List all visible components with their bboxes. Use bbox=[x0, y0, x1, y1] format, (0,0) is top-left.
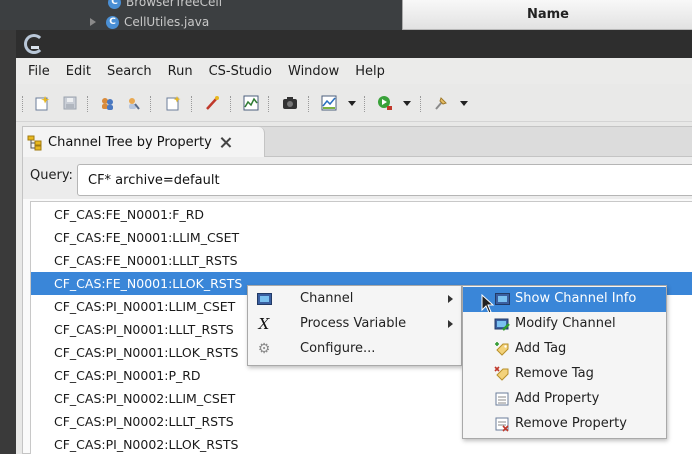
tab-label: Channel Tree by Property bbox=[48, 135, 212, 150]
toolbar-separator bbox=[364, 96, 365, 112]
close-icon[interactable] bbox=[220, 137, 231, 148]
toolbar-separator bbox=[420, 96, 421, 112]
add-property-icon bbox=[494, 391, 510, 407]
remove-property-icon bbox=[494, 416, 510, 432]
new-view-icon[interactable] bbox=[164, 94, 182, 112]
tab-channel-tree-by-property[interactable]: Channel Tree by Property bbox=[23, 127, 265, 158]
toolbar-separator bbox=[191, 96, 192, 112]
gear-icon: ⚙ bbox=[257, 341, 271, 357]
find-icon[interactable] bbox=[124, 94, 142, 112]
view-tab-bar: Channel Tree by Property bbox=[23, 127, 692, 158]
context-menu: Channel X Process Variable ⚙ Configure..… bbox=[247, 285, 462, 366]
menu-item-add-tag[interactable]: Add Tag bbox=[463, 337, 666, 362]
tree-row-label: CF_CAS:PI_N0002:LLOK_RSTS bbox=[54, 437, 239, 452]
expand-triangle-icon bbox=[90, 18, 96, 26]
monitor-icon bbox=[256, 291, 272, 307]
databrowser-dropdown-caret-icon[interactable] bbox=[348, 101, 356, 106]
tree-row-label: CF_CAS:PI_N0001:LLIM_CSET bbox=[54, 299, 236, 314]
menu-window[interactable]: Window bbox=[280, 64, 347, 79]
menu-cs-studio[interactable]: CS-Studio bbox=[201, 64, 280, 79]
camera-icon[interactable] bbox=[281, 94, 299, 112]
java-class-icon: C bbox=[106, 15, 119, 29]
window-titlebar bbox=[16, 30, 692, 58]
cs-studio-logo-icon bbox=[24, 34, 44, 54]
new-wizard-icon[interactable] bbox=[33, 94, 51, 112]
chart-icon[interactable] bbox=[242, 94, 260, 112]
mouse-pointer-icon bbox=[481, 294, 495, 314]
submenu-arrow-icon bbox=[448, 320, 453, 328]
tree-row-label: CF_CAS:FE_N0001:LLOK_RSTS bbox=[54, 276, 243, 291]
remove-tag-icon bbox=[494, 366, 510, 382]
toolbar-separator bbox=[87, 96, 88, 112]
toolbar-separator bbox=[150, 96, 151, 112]
menu-bar: File Edit Search Run CS-Studio Window He… bbox=[16, 58, 692, 84]
tree-row-label: CF_CAS:FE_N0001:LLLT_RSTS bbox=[54, 253, 238, 268]
people-icon[interactable] bbox=[98, 94, 116, 112]
toolbar-separator bbox=[230, 96, 231, 112]
column-header-name: Name bbox=[403, 0, 692, 30]
menu-file[interactable]: File bbox=[20, 64, 58, 79]
tree-row-label: CF_CAS:FE_N0001:LLIM_CSET bbox=[54, 230, 240, 245]
monitor-icon bbox=[494, 291, 510, 307]
x-icon: X bbox=[258, 315, 270, 333]
pin-dropdown-caret-icon[interactable] bbox=[460, 101, 468, 106]
probe-icon[interactable] bbox=[203, 94, 221, 112]
toolbar-separator bbox=[22, 96, 23, 112]
tree-row[interactable]: CF_CAS:FE_N0001:LLIM_CSET bbox=[31, 226, 692, 249]
menu-search[interactable]: Search bbox=[99, 64, 160, 79]
main-toolbar bbox=[16, 84, 692, 122]
tree-row[interactable]: CF_CAS:FE_N0001:F_RD bbox=[31, 203, 692, 226]
tree-row-label: CF_CAS:PI_N0002:LLLT_RSTS bbox=[54, 414, 234, 429]
tree-row-label: CF_CAS:PI_N0001:P_RD bbox=[54, 368, 201, 383]
edit-channel-icon bbox=[494, 316, 510, 332]
menu-item-remove-tag[interactable]: Remove Tag bbox=[463, 362, 666, 387]
run-dropdown-caret-icon[interactable] bbox=[403, 101, 411, 106]
menu-item-add-property[interactable]: Add Property bbox=[463, 387, 666, 412]
menu-help[interactable]: Help bbox=[347, 64, 393, 79]
databrowser-icon[interactable] bbox=[320, 94, 338, 112]
java-class-icon: C bbox=[108, 0, 121, 9]
background-table: Name bbox=[402, 0, 692, 30]
run-icon[interactable] bbox=[376, 94, 394, 112]
tree-row-label: CF_CAS:FE_N0001:F_RD bbox=[54, 207, 205, 222]
tree-row-label: CF_CAS:PI_N0001:LLOK_RSTS bbox=[54, 345, 239, 360]
query-input[interactable] bbox=[77, 164, 692, 196]
menu-item-modify-channel[interactable]: Modify Channel bbox=[463, 312, 666, 337]
query-row: Query: bbox=[23, 157, 692, 199]
tree-row[interactable]: CF_CAS:FE_N0001:LLLT_RSTS bbox=[31, 249, 692, 272]
menu-item-channel[interactable]: Channel bbox=[248, 287, 461, 312]
toolbar-separator bbox=[308, 96, 309, 112]
menu-run[interactable]: Run bbox=[160, 64, 201, 79]
save-icon[interactable] bbox=[61, 94, 79, 112]
channel-tree-icon bbox=[27, 135, 42, 150]
add-tag-icon bbox=[494, 341, 510, 357]
menu-item-configure[interactable]: ⚙ Configure... bbox=[248, 337, 461, 362]
menu-item-process-variable[interactable]: X Process Variable bbox=[248, 312, 461, 337]
pin-icon[interactable] bbox=[432, 94, 450, 112]
background-tree-item: C BrowserTreeCell bbox=[92, 0, 222, 12]
background-tree-item: C CellUtiles.java bbox=[90, 12, 209, 32]
tree-row-label: CF_CAS:PI_N0001:LLLT_RSTS bbox=[54, 322, 234, 337]
menu-edit[interactable]: Edit bbox=[58, 64, 99, 79]
tree-row-label: CF_CAS:PI_N0002:LLIM_CSET bbox=[54, 391, 236, 406]
background-package-explorer: C BrowserTreeCell C CellUtiles.java bbox=[0, 0, 402, 30]
submenu-arrow-icon bbox=[448, 295, 453, 303]
menu-item-remove-property[interactable]: Remove Property bbox=[463, 412, 666, 437]
toolbar-separator bbox=[268, 96, 269, 112]
query-label: Query: bbox=[30, 168, 73, 183]
